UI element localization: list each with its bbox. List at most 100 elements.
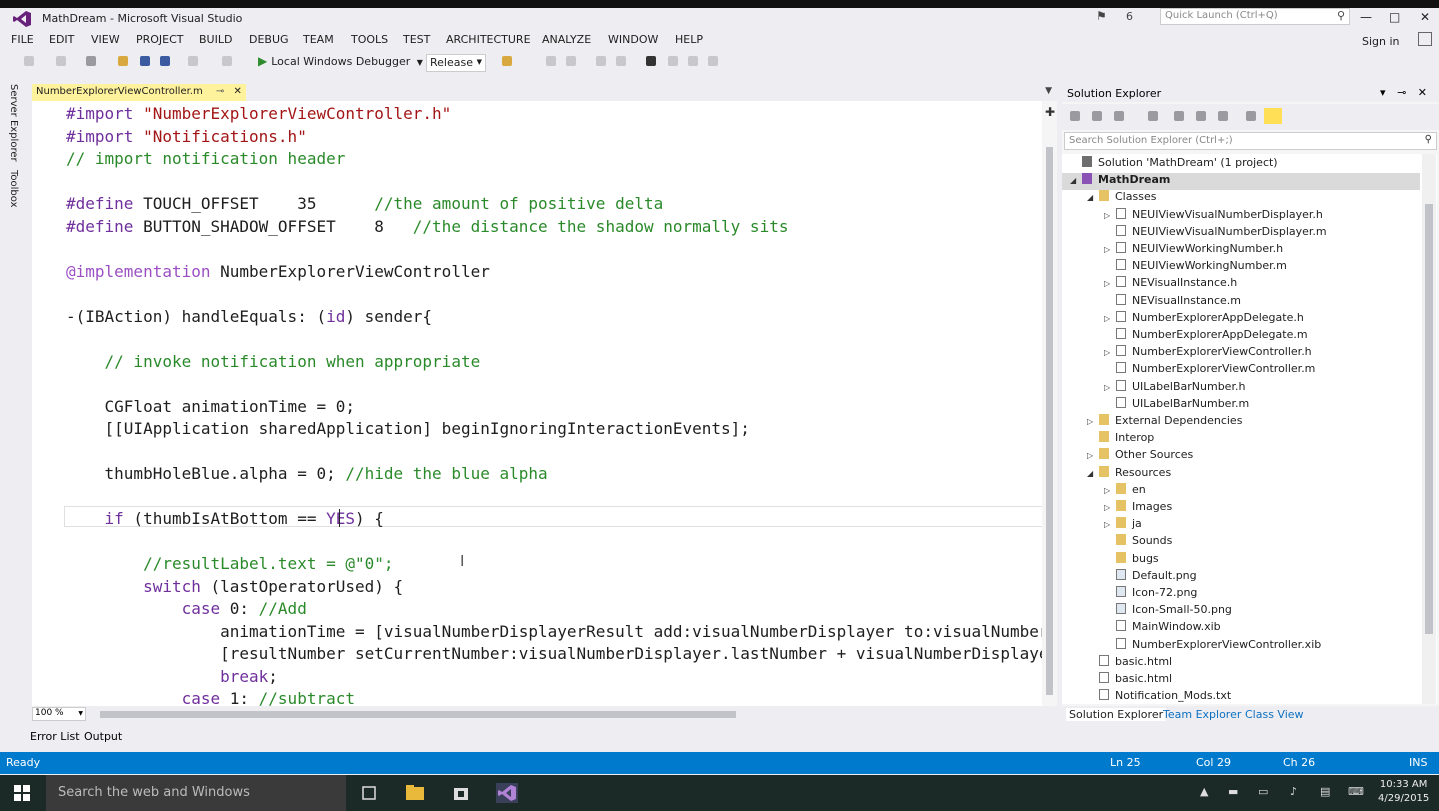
code-line[interactable] bbox=[66, 171, 1042, 194]
menu-help[interactable]: HELP bbox=[675, 33, 703, 46]
panel-controls-icon[interactable]: ▾ ⊸ ✕ bbox=[1380, 86, 1431, 99]
code-line[interactable]: [resultNumber setCurrentNumber:visualNum… bbox=[66, 643, 1042, 666]
menu-project[interactable]: PROJECT bbox=[136, 33, 184, 46]
tree-node[interactable]: Sounds bbox=[1062, 534, 1420, 551]
expander-icon[interactable]: ◢ bbox=[1087, 193, 1099, 202]
action-center-icon[interactable]: ▤ bbox=[1320, 785, 1330, 798]
split-window-icon[interactable]: ✚ bbox=[1045, 105, 1055, 119]
task-view-icon[interactable] bbox=[358, 783, 380, 803]
code-line[interactable]: thumbHoleBlue.alpha = 0; //hide the blue… bbox=[66, 463, 1042, 486]
code-line[interactable] bbox=[66, 441, 1042, 464]
tree-node[interactable]: basic.html bbox=[1062, 654, 1420, 672]
sign-in-link[interactable]: Sign in bbox=[1362, 35, 1400, 48]
editor-vertical-scrollbar[interactable]: ✚ bbox=[1042, 101, 1057, 706]
windows-start-icon[interactable] bbox=[14, 785, 30, 801]
notification-count[interactable]: 6 bbox=[1126, 10, 1133, 23]
menu-view[interactable]: VIEW bbox=[91, 33, 120, 46]
tree-node[interactable]: ◢ Resources bbox=[1062, 465, 1420, 483]
code-line[interactable]: #import "NumberExplorerViewController.h" bbox=[66, 103, 1042, 126]
code-line[interactable] bbox=[66, 238, 1042, 261]
forward-icon[interactable] bbox=[1092, 111, 1102, 121]
tree-node[interactable]: ▷ ja bbox=[1062, 517, 1420, 534]
tree-node[interactable]: NEUIViewWorkingNumber.m bbox=[1062, 259, 1420, 276]
clear-bookmarks-icon[interactable] bbox=[708, 56, 718, 66]
volume-icon[interactable]: ♪ bbox=[1290, 785, 1297, 798]
solution-explorer-search[interactable]: Search Solution Explorer (Ctrl+;) ⚲ bbox=[1064, 132, 1437, 150]
menu-debug[interactable]: DEBUG bbox=[249, 33, 289, 46]
history-icon[interactable] bbox=[1148, 111, 1158, 121]
bookmark-icon[interactable] bbox=[646, 56, 656, 66]
expander-icon[interactable]: ▷ bbox=[1104, 348, 1116, 357]
code-line[interactable] bbox=[66, 283, 1042, 306]
menu-tools[interactable]: TOOLS bbox=[351, 33, 388, 46]
tree-node[interactable]: ▷ NEVisualInstance.h bbox=[1062, 276, 1420, 293]
tree-node[interactable]: ▷ Images bbox=[1062, 500, 1420, 517]
tree-node[interactable]: ▷ NumberExplorerViewController.h bbox=[1062, 345, 1420, 362]
code-line[interactable]: if (thumbIsAtBottom == YES) { bbox=[66, 508, 1042, 531]
expander-icon[interactable]: ▷ bbox=[1087, 451, 1099, 460]
zoom-select[interactable]: 100 % ▼ bbox=[32, 707, 86, 721]
menu-team[interactable]: TEAM bbox=[303, 33, 334, 46]
code-line[interactable]: [[UIApplication sharedApplication] begin… bbox=[66, 418, 1042, 441]
scrollbar-thumb[interactable] bbox=[1425, 204, 1433, 634]
code-line[interactable]: #define BUTTON_SHADOW_OFFSET 8 //the dis… bbox=[66, 216, 1042, 239]
code-text[interactable]: #import "NumberExplorerViewController.h"… bbox=[66, 103, 1042, 706]
code-line[interactable]: #import "Notifications.h" bbox=[66, 126, 1042, 149]
next-bookmark-icon[interactable] bbox=[688, 56, 698, 66]
tree-node[interactable]: ▷ en bbox=[1062, 482, 1420, 500]
server-explorer-tab[interactable]: Server Explorer bbox=[8, 84, 19, 162]
code-line[interactable]: #define TOUCH_OFFSET 35 //the amount of … bbox=[66, 193, 1042, 216]
quick-launch-input[interactable]: Quick Launch (Ctrl+Q) ⚲ bbox=[1160, 8, 1350, 25]
navigate-back-icon[interactable] bbox=[24, 56, 34, 66]
find-in-files-icon[interactable] bbox=[502, 56, 512, 66]
new-project-icon[interactable] bbox=[86, 56, 96, 66]
horizontal-scrollbar-thumb[interactable] bbox=[100, 711, 736, 718]
expander-icon[interactable]: ▷ bbox=[1104, 520, 1116, 529]
sync-icon[interactable] bbox=[1174, 111, 1184, 121]
tree-node[interactable]: ▷ Other Sources bbox=[1062, 448, 1420, 465]
code-line[interactable]: switch (lastOperatorUsed) { bbox=[66, 576, 1042, 599]
network-icon[interactable]: ▭ bbox=[1258, 785, 1268, 798]
tree-node[interactable]: Icon-Small-50.png bbox=[1062, 603, 1420, 620]
restore-button[interactable]: □ bbox=[1389, 10, 1400, 24]
tree-node[interactable]: NumberExplorerViewController.xib bbox=[1062, 637, 1420, 655]
code-line[interactable]: @implementation NumberExplorerViewContro… bbox=[66, 261, 1042, 284]
expander-icon[interactable]: ▷ bbox=[1087, 417, 1099, 426]
preview-selected-icon[interactable] bbox=[1264, 108, 1282, 124]
tab-class-view[interactable]: Class View bbox=[1242, 708, 1307, 721]
toolbox-tab[interactable]: Toolbox bbox=[8, 170, 19, 208]
document-tab-active[interactable]: NumberExplorerViewController.m ⊸ ✕ bbox=[32, 84, 246, 101]
expander-icon[interactable]: ▷ bbox=[1104, 503, 1116, 512]
battery-icon[interactable]: ▬ bbox=[1228, 785, 1238, 798]
comment-icon[interactable] bbox=[596, 56, 606, 66]
start-debugging-button[interactable]: ▶ Local Windows Debugger ▼ bbox=[258, 54, 423, 72]
menu-window[interactable]: WINDOW bbox=[608, 33, 658, 46]
close-tab-icon[interactable]: ✕ bbox=[234, 86, 242, 97]
open-file-icon[interactable] bbox=[118, 56, 128, 66]
tree-node[interactable]: NEUIViewVisualNumberDisplayer.m bbox=[1062, 224, 1420, 242]
tree-node[interactable]: NumberExplorerAppDelegate.m bbox=[1062, 328, 1420, 345]
code-line[interactable]: case 1: //subtract bbox=[66, 688, 1042, 706]
code-line[interactable] bbox=[66, 373, 1042, 396]
tree-node[interactable]: Interop bbox=[1062, 431, 1420, 448]
expander-icon[interactable]: ◢ bbox=[1087, 469, 1099, 478]
scrollbar-thumb[interactable] bbox=[1046, 147, 1053, 695]
home-icon[interactable] bbox=[1114, 111, 1124, 121]
error-list-tab[interactable]: Error List bbox=[30, 730, 80, 743]
expander-icon[interactable]: ▷ bbox=[1104, 383, 1116, 392]
expander-icon[interactable]: ◢ bbox=[1070, 176, 1082, 185]
show-hidden-icons-icon[interactable]: ▲ bbox=[1200, 785, 1208, 798]
expander-icon[interactable]: ▷ bbox=[1104, 211, 1116, 220]
tab-dropdown-icon[interactable]: ▼ bbox=[1045, 86, 1052, 96]
align-icon[interactable] bbox=[546, 56, 556, 66]
menu-test[interactable]: TEST bbox=[403, 33, 430, 46]
code-line[interactable]: // import notification header bbox=[66, 148, 1042, 171]
code-line[interactable] bbox=[66, 486, 1042, 509]
tab-solution-explorer[interactable]: Solution Explorer bbox=[1066, 708, 1167, 721]
redo-icon[interactable] bbox=[222, 56, 232, 66]
code-line[interactable]: -(IBAction) handleEquals: (id) sender{ bbox=[66, 306, 1042, 329]
tree-node[interactable]: ▷ NEUIViewWorkingNumber.h bbox=[1062, 242, 1420, 259]
show-all-files-icon[interactable] bbox=[1218, 111, 1228, 121]
tree-node[interactable]: basic.html bbox=[1062, 672, 1420, 689]
code-line[interactable]: animationTime = [visualNumberDisplayerRe… bbox=[66, 621, 1042, 644]
